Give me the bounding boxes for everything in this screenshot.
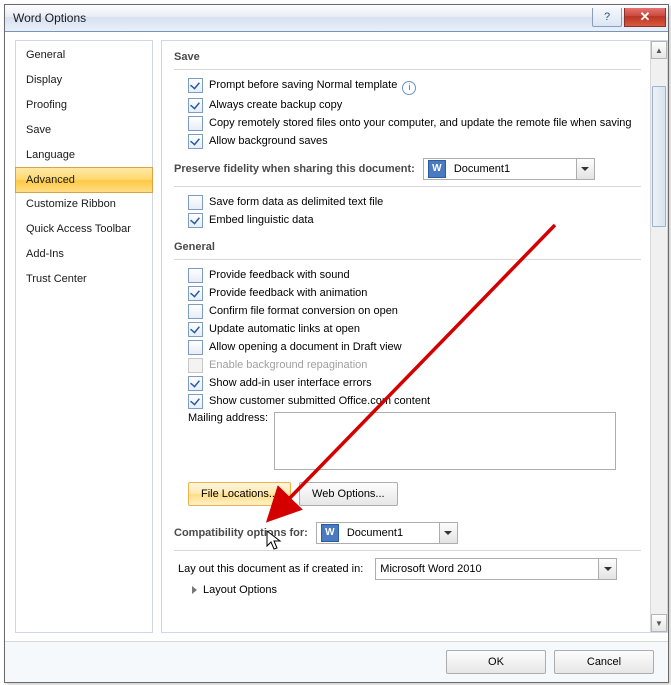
dialog-title: Word Options [13,11,592,25]
cancel-button[interactable]: Cancel [554,650,654,674]
checkbox[interactable] [188,286,203,301]
chevron-down-icon[interactable] [576,159,594,179]
mailing-address-label: Mailing address: [188,412,268,424]
close-button[interactable]: ✕ [624,8,666,27]
opt-office-content: Show customer submitted Office.com conte… [174,392,641,410]
layout-version-combo[interactable]: Microsoft Word 2010 [375,558,617,580]
opt-draft-view: Allow opening a document in Draft view [174,338,641,356]
sidebar-item-trust-center[interactable]: Trust Center [16,267,152,292]
sidebar: General Display Proofing Save Language A… [15,40,153,633]
checkbox[interactable] [188,213,203,228]
scroll-down-button[interactable]: ▼ [651,614,667,632]
section-preserve-header: Preserve fidelity when sharing this docu… [174,150,641,187]
titlebar[interactable]: Word Options ? ✕ [5,5,668,32]
layout-options-tree[interactable]: Layout Options [174,581,641,599]
checkbox[interactable] [188,394,203,409]
scroll-up-button[interactable]: ▲ [651,41,667,59]
opt-prompt-normal: Prompt before saving Normal template i [174,76,641,96]
opt-animation: Provide feedback with animation [174,284,641,302]
sidebar-item-general[interactable]: General [16,43,152,68]
opt-auto-links: Update automatic links at open [174,320,641,338]
checkbox[interactable] [188,98,203,113]
scroll-track[interactable] [651,58,667,615]
sidebar-item-proofing[interactable]: Proofing [16,93,152,118]
ok-button[interactable]: OK [446,650,546,674]
section-save-header: Save [174,47,641,70]
chevron-down-icon[interactable] [439,523,457,543]
opt-backup: Always create backup copy [174,96,641,114]
checkbox[interactable] [188,340,203,355]
word-doc-icon [321,524,339,542]
sidebar-item-save[interactable]: Save [16,118,152,143]
scroll-thumb[interactable] [652,86,666,227]
sidebar-item-customize-ribbon[interactable]: Customize Ribbon [16,192,152,217]
checkbox[interactable] [188,78,203,93]
preserve-document-combo[interactable]: Document1 [423,158,595,180]
opt-confirm-format: Confirm file format conversion on open [174,302,641,320]
main-panel: Save Prompt before saving Normal templat… [161,40,668,633]
sidebar-item-qat[interactable]: Quick Access Toolbar [16,217,152,242]
word-options-dialog: Word Options ? ✕ General Display Proofin… [4,4,669,683]
compat-document-combo[interactable]: Document1 [316,522,458,544]
checkbox[interactable] [188,116,203,131]
mailing-address-row: Mailing address: [174,410,641,472]
file-locations-button[interactable]: File Locations... [188,482,291,506]
mailing-address-input[interactable] [274,412,616,470]
info-icon[interactable]: i [402,81,416,95]
dialog-footer: OK Cancel [5,641,668,682]
web-options-button[interactable]: Web Options... [299,482,398,506]
checkbox [188,358,203,373]
checkbox[interactable] [188,322,203,337]
checkbox[interactable] [188,134,203,149]
sidebar-item-display[interactable]: Display [16,68,152,93]
opt-bg-saves: Allow background saves [174,132,641,150]
checkbox[interactable] [188,268,203,283]
opt-addin-errors: Show add-in user interface errors [174,374,641,392]
opt-copy-remote: Copy remotely stored files onto your com… [174,114,641,132]
sidebar-item-advanced[interactable]: Advanced [15,167,153,193]
opt-embed-linguistic: Embed linguistic data [174,211,641,229]
section-compat-header: Compatibility options for: Document1 [174,514,641,551]
layout-as-row: Lay out this document as if created in: … [174,557,641,581]
checkbox[interactable] [188,304,203,319]
opt-sound: Provide feedback with sound [174,266,641,284]
opt-save-form-data: Save form data as delimited text file [174,193,641,211]
vertical-scrollbar[interactable]: ▲ ▼ [650,41,667,632]
checkbox[interactable] [188,195,203,210]
dialog-body: General Display Proofing Save Language A… [5,32,668,641]
checkbox[interactable] [188,376,203,391]
word-doc-icon [428,160,446,178]
chevron-down-icon[interactable] [598,559,616,579]
sidebar-item-language[interactable]: Language [16,143,152,168]
section-general-header: General [174,237,641,260]
opt-repagination: Enable background repagination [174,356,641,374]
sidebar-item-addins[interactable]: Add-Ins [16,242,152,267]
help-button[interactable]: ? [592,8,622,27]
tree-toggle-icon [192,586,197,594]
